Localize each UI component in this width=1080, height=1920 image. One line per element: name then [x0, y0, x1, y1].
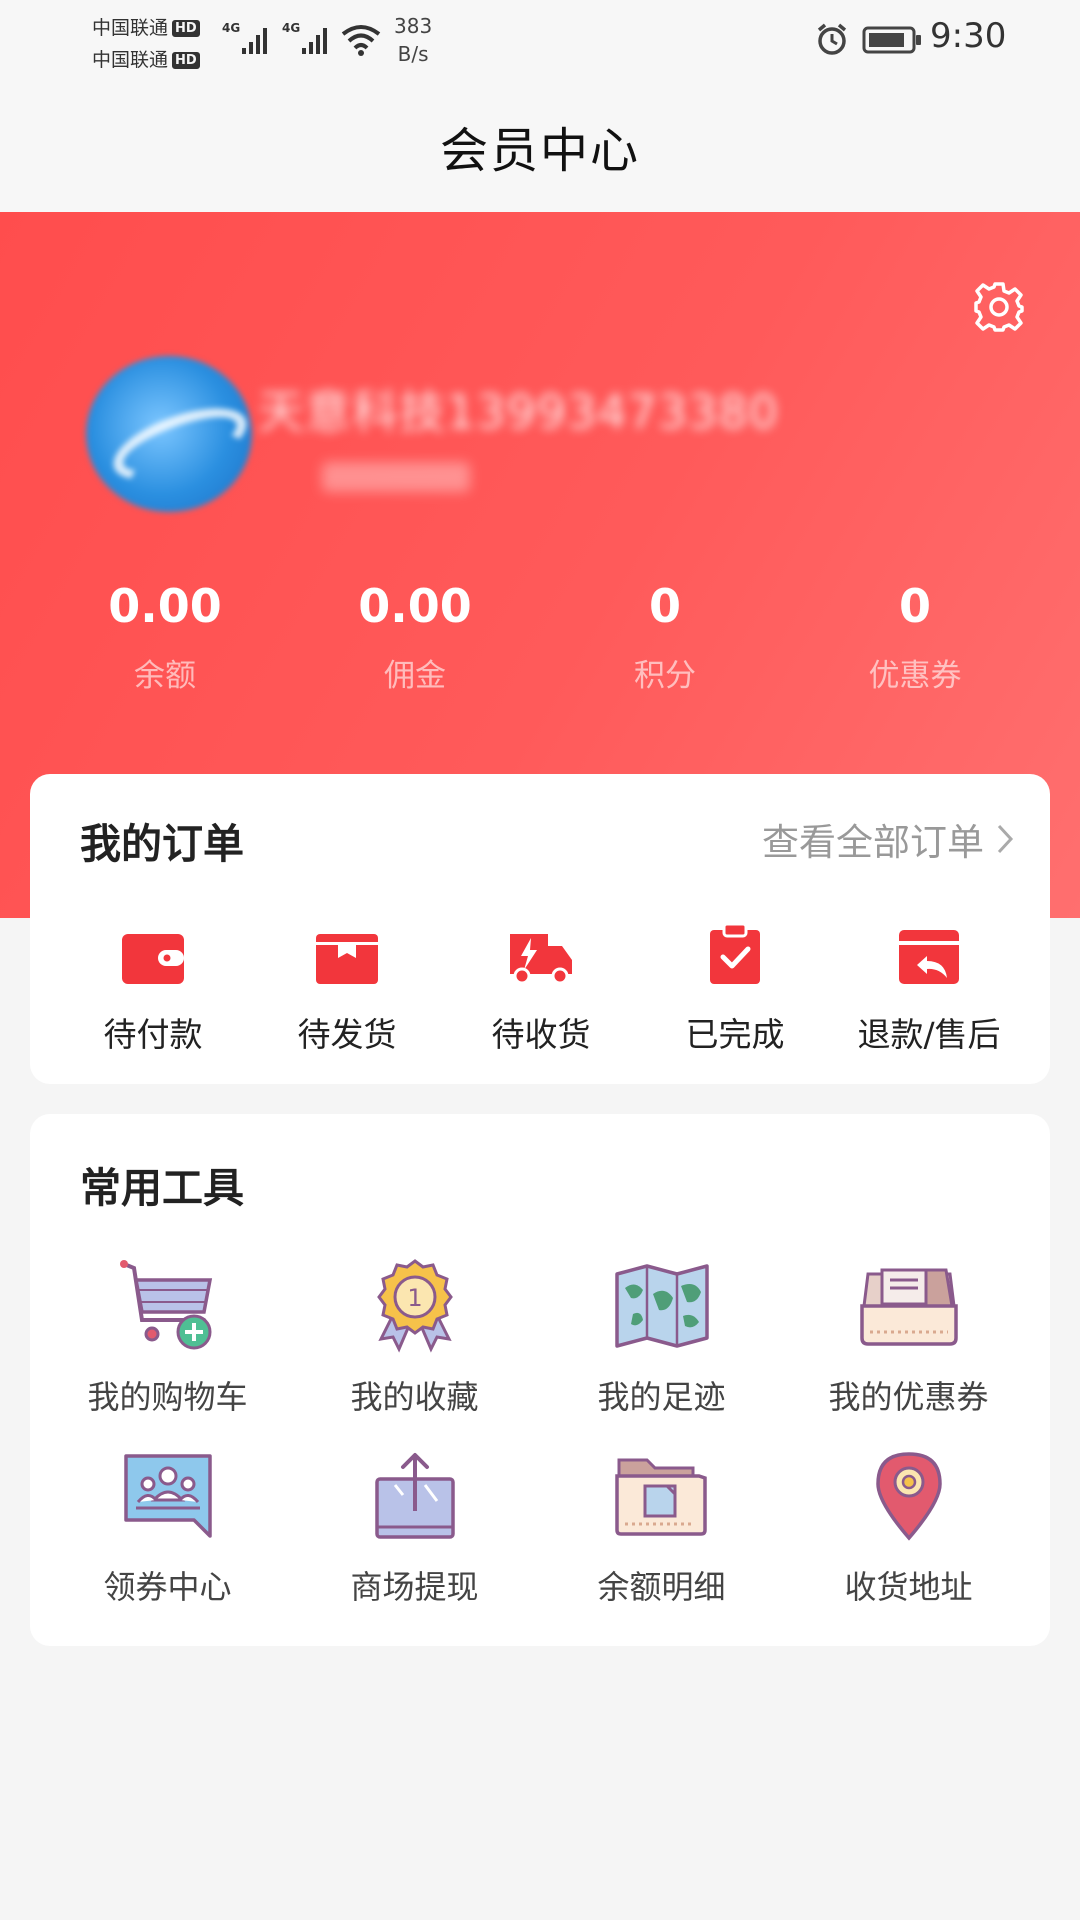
order-refund-aftersales[interactable]: 退款/售后: [832, 922, 1026, 1056]
tools-card: 常用工具 我的购物车 1 我的收藏 我的足迹 我的优惠券 领券中心 商场提现 余…: [30, 1114, 1050, 1646]
stat-label: 佣金: [384, 658, 446, 694]
tool-label: 余额明细: [597, 1568, 726, 1606]
svg-text:1: 1: [407, 1284, 422, 1312]
tool-label: 收货地址: [844, 1568, 973, 1606]
stat-label: 积分: [634, 658, 696, 694]
stat-value: 0: [898, 579, 931, 633]
stat-label: 余额: [134, 658, 196, 694]
stat-commission[interactable]: 0.00 佣金: [290, 576, 540, 695]
stats-row: 0.00 余额 0.00 佣金 0 积分 0 优惠券: [0, 576, 1080, 695]
stat-label: 优惠券: [868, 658, 962, 694]
carrier-2-label: 中国联通: [92, 49, 169, 71]
location-pin-icon: [875, 1452, 942, 1541]
tool-favorites[interactable]: 1 我的收藏: [291, 1254, 538, 1418]
stat-coupons[interactable]: 0 优惠券: [790, 576, 1040, 695]
refund-icon: [899, 930, 959, 984]
net-speed-value: 383: [394, 14, 433, 38]
tools-grid: 我的购物车 1 我的收藏 我的足迹 我的优惠券 领券中心 商场提现 余额明细 收…: [30, 1254, 1050, 1608]
order-pending-shipment[interactable]: 待发货: [250, 922, 444, 1056]
svg-text:4G: 4G: [222, 21, 240, 35]
avatar[interactable]: [86, 356, 252, 512]
title-bar: 会员中心: [0, 80, 1080, 212]
tool-footprints[interactable]: 我的足迹: [538, 1254, 785, 1418]
truck-icon: [510, 934, 572, 985]
order-item-label: 待收货: [491, 1015, 591, 1054]
signal-4g-icon-2: 4G: [282, 21, 327, 54]
clipboard-check-icon: [710, 922, 760, 984]
tools-title: 常用工具: [80, 1164, 244, 1212]
orders-title: 我的订单: [80, 820, 244, 868]
chevron-right-icon: [997, 824, 1014, 854]
cart-icon: [119, 1260, 212, 1350]
order-item-label: 退款/售后: [857, 1015, 1001, 1054]
user-subtitle-blurred: [322, 462, 470, 492]
tool-shipping-address[interactable]: 收货地址: [785, 1444, 1032, 1608]
alarm-icon: [817, 23, 847, 55]
order-status-row: 待付款 待发货 待收货 已完成 退款/售后: [30, 922, 1050, 1056]
order-item-label: 已完成: [685, 1015, 785, 1054]
group-chat-icon: [123, 1454, 212, 1538]
stat-points[interactable]: 0 积分: [540, 576, 790, 695]
box-icon: [316, 934, 378, 984]
signal-4g-icon-1: 4G: [222, 21, 267, 54]
tool-label: 我的足迹: [597, 1378, 726, 1416]
tool-label: 我的收藏: [350, 1378, 479, 1416]
tool-my-coupons[interactable]: 我的优惠券: [785, 1254, 1032, 1418]
tool-coupon-center[interactable]: 领券中心: [44, 1444, 291, 1608]
order-completed[interactable]: 已完成: [638, 922, 832, 1056]
hd-badge-2: HD: [172, 52, 200, 69]
status-bar: 中国联通 HD 中国联通 HD 4G 4G 383 B/s 9:30: [0, 0, 1080, 80]
tool-shopping-cart[interactable]: 我的购物车: [44, 1254, 291, 1418]
stat-value: 0.00: [108, 579, 222, 633]
carrier-1: 中国联通 HD: [92, 13, 200, 40]
tool-label: 我的优惠券: [828, 1378, 989, 1416]
order-item-label: 待付款: [103, 1015, 203, 1054]
order-item-label: 待发货: [297, 1015, 397, 1054]
folder-icon: [614, 1458, 707, 1536]
username: 天意科技13993473380: [258, 385, 779, 439]
coupon-box-icon: [859, 1268, 958, 1346]
page-title: 会员中心: [439, 123, 640, 179]
tool-label: 领券中心: [103, 1568, 232, 1606]
carrier-2: 中国联通 HD: [92, 45, 200, 72]
order-pending-receipt[interactable]: 待收货: [444, 922, 638, 1056]
tool-label: 商场提现: [350, 1568, 479, 1606]
wifi-icon: [341, 25, 381, 56]
stat-balance[interactable]: 0.00 余额: [40, 576, 290, 695]
net-speed-unit: B/s: [397, 42, 429, 66]
settings-gear-icon[interactable]: [972, 280, 1026, 334]
tools-row-2: 领券中心 商场提现 余额明细 收货地址: [30, 1444, 1050, 1608]
order-pending-payment[interactable]: 待付款: [56, 922, 250, 1056]
tool-balance-detail[interactable]: 余额明细: [538, 1444, 785, 1608]
medal-icon: 1: [376, 1259, 453, 1353]
net-speed: 383 B/s: [394, 12, 432, 68]
wallet-icon: [122, 934, 184, 984]
battery-icon: [862, 26, 921, 54]
clock: 9:30: [930, 16, 1007, 56]
tool-label: 我的购物车: [87, 1378, 248, 1416]
view-all-orders-label: 查看全部订单: [762, 821, 984, 864]
withdraw-icon: [374, 1453, 455, 1539]
carrier-1-label: 中国联通: [92, 17, 169, 39]
map-icon: [614, 1264, 709, 1348]
stat-value: 0: [648, 579, 681, 633]
hd-badge-1: HD: [172, 20, 200, 37]
tools-row-1: 我的购物车 1 我的收藏 我的足迹 我的优惠券: [30, 1254, 1050, 1418]
svg-text:4G: 4G: [282, 21, 300, 35]
orders-card: 我的订单 查看全部订单 待付款 待发货 待收货 已完成 退款/售后: [30, 774, 1050, 1084]
view-all-orders-link[interactable]: 查看全部订单: [762, 812, 1014, 866]
stat-value: 0.00: [358, 579, 472, 633]
tool-withdraw[interactable]: 商场提现: [291, 1444, 538, 1608]
